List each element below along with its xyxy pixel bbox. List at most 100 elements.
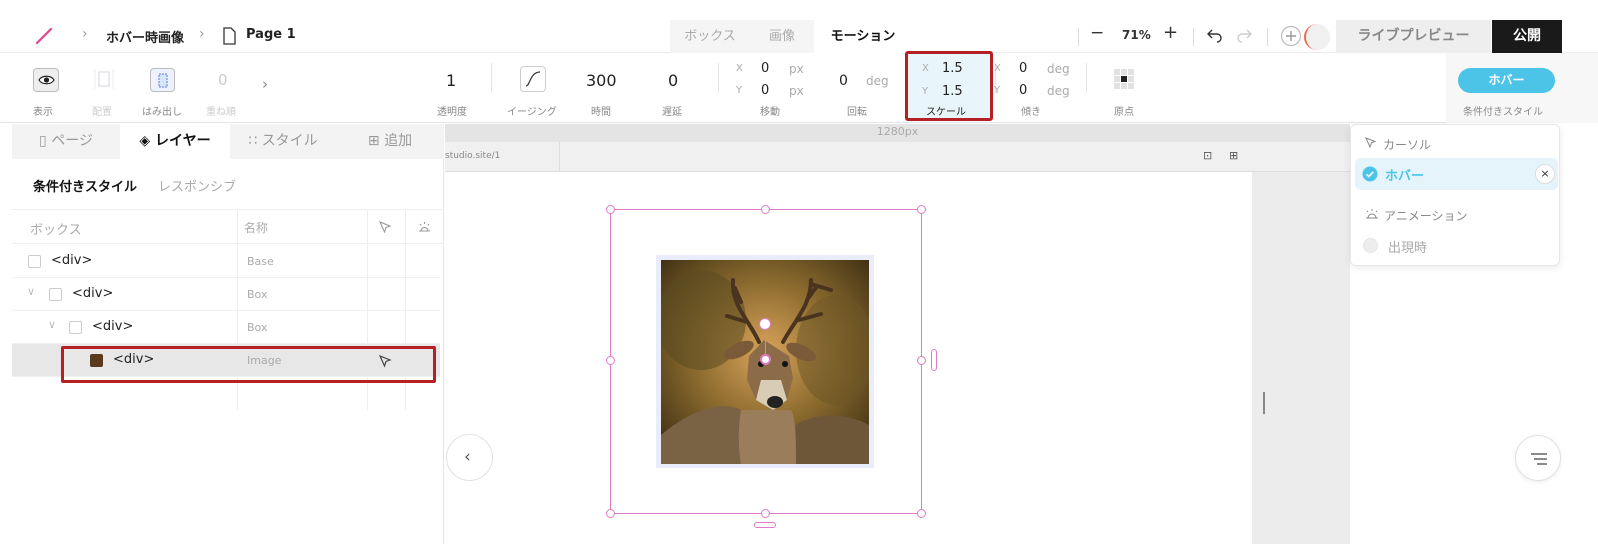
divider (1193, 28, 1194, 46)
origin-grid-icon[interactable] (1114, 69, 1135, 90)
scrollbar[interactable] (1263, 392, 1265, 414)
scale-x-input[interactable]: 1.5 (942, 61, 963, 76)
zoom-level[interactable]: 71% (1122, 28, 1151, 42)
close-icon[interactable]: × (1535, 164, 1555, 184)
layer-row[interactable]: <div> Base (12, 245, 440, 278)
bottom-resize-bar[interactable] (754, 522, 776, 528)
page-icon (223, 27, 236, 45)
tab-styles[interactable]: ∷ スタイル (230, 124, 336, 159)
skew-x-axis: X (994, 63, 1001, 74)
layer-checkbox[interactable] (49, 288, 62, 301)
resize-handle[interactable] (761, 509, 770, 518)
tab-layers[interactable]: ◈ レイヤー (120, 124, 230, 159)
avatar[interactable] (1304, 24, 1330, 50)
resize-handle[interactable] (917, 356, 926, 365)
origin-point[interactable] (760, 354, 771, 365)
zoom-in-button[interactable]: + (1163, 22, 1178, 43)
tab-motion[interactable]: モーション (814, 20, 912, 53)
layout-icon[interactable] (93, 67, 115, 91)
chevron-right-icon: › (82, 26, 88, 42)
redo-icon[interactable] (1236, 29, 1254, 43)
skew-y-unit: deg (1047, 84, 1070, 98)
add-section-below-icon[interactable]: ⊞ (1229, 149, 1238, 162)
tab-styles-label: スタイル (261, 133, 318, 149)
visibility-label: 表示 (33, 107, 53, 118)
tab-pages[interactable]: ▯ ページ (12, 124, 120, 159)
tab-layers-label: レイヤー (155, 133, 211, 149)
layer-checkbox[interactable] (28, 255, 41, 268)
add-section-icon[interactable]: ⊡ (1203, 149, 1212, 162)
appear-label[interactable]: 出現時 (1388, 237, 1427, 256)
rotate-unit: deg (866, 74, 889, 88)
top-bar: › ホバー時画像 › Page 1 ボックス 画像 モーション − 71% + … (0, 20, 1598, 53)
scale-control[interactable]: X 1.5 Y 1.5 スケール (905, 51, 993, 121)
overflow-toggle[interactable] (150, 68, 175, 92)
rotation-handle[interactable] (759, 318, 771, 330)
breadcrumb-project[interactable]: ホバー時画像 (106, 27, 184, 46)
side-resize-bar[interactable] (931, 349, 937, 371)
subtab-conditional[interactable]: 条件付きスタイル (33, 176, 137, 195)
divider (12, 243, 444, 244)
resize-handle[interactable] (606, 205, 615, 214)
layer-tag: <div> (72, 286, 114, 301)
studio-logo-icon[interactable] (34, 26, 54, 46)
publish-button[interactable]: 公開 (1492, 20, 1562, 53)
opacity-input[interactable]: 1 (446, 71, 456, 90)
hover-state-button[interactable]: ホバー (1458, 68, 1555, 93)
property-toolbar: 表示 配置 はみ出し 0 重ね順 › 1 透明度 イージング 300 時間 0 … (0, 53, 1598, 123)
skew-x-input[interactable]: 0 (1019, 61, 1027, 76)
resize-handle[interactable] (606, 509, 615, 518)
subtab-responsive[interactable]: レスポンシブ (158, 176, 236, 195)
menu-button[interactable] (1515, 435, 1561, 481)
animation-icon (1366, 209, 1378, 219)
move-x-unit: px (789, 62, 804, 76)
resize-handle[interactable] (606, 356, 615, 365)
layer-checkbox[interactable] (69, 321, 82, 334)
divider (1267, 28, 1268, 46)
skew-label: 傾き (1021, 107, 1041, 118)
undo-icon[interactable] (1205, 29, 1223, 43)
layer-row[interactable]: ∨ <div> Box (12, 311, 440, 344)
rotate-input[interactable]: 0 (839, 73, 848, 89)
chevron-right-icon[interactable]: › (262, 75, 268, 93)
appear-radio[interactable] (1363, 238, 1378, 253)
stack-order-value[interactable]: 0 (218, 71, 228, 89)
divider (1078, 28, 1079, 46)
condition-panel: カーソル ホバー × アニメーション 出現時 (1350, 124, 1560, 266)
scale-y-input[interactable]: 1.5 (942, 84, 963, 99)
divider (718, 63, 719, 93)
hover-condition-item[interactable]: ホバー × (1355, 158, 1558, 190)
add-member-icon[interactable] (1280, 25, 1302, 47)
canvas[interactable]: 1280px studio.site/1 ⊡ ⊞ (445, 124, 1350, 544)
collapse-panel-button[interactable]: ‹ (446, 434, 493, 481)
move-y-input[interactable]: 0 (761, 83, 769, 98)
resize-handle[interactable] (761, 205, 770, 214)
easing-picker[interactable] (520, 66, 546, 92)
tab-image[interactable]: 画像 (750, 20, 814, 53)
layer-row[interactable]: ∨ <div> Box (12, 278, 440, 311)
eye-icon (38, 75, 55, 85)
skew-y-input[interactable]: 0 (1019, 83, 1027, 98)
visibility-toggle[interactable] (33, 68, 59, 92)
chevron-down-icon[interactable]: ∨ (27, 285, 35, 298)
move-x-input[interactable]: 0 (761, 61, 769, 76)
chevron-right-icon: › (199, 26, 205, 42)
chevron-down-icon[interactable]: ∨ (48, 318, 56, 331)
tab-box[interactable]: ボックス (670, 20, 750, 53)
duration-input[interactable]: 300 (586, 71, 617, 90)
live-preview-button[interactable]: ライブプレビュー (1336, 20, 1491, 53)
layer-name: Box (247, 321, 268, 334)
stack-order-label: 重ね順 (206, 107, 236, 118)
move-label: 移動 (760, 107, 780, 118)
resize-handle[interactable] (917, 205, 926, 214)
breadcrumb-page[interactable]: Page 1 (246, 27, 296, 42)
easing-curve-icon (525, 71, 541, 87)
column-box-header: ボックス (30, 223, 82, 238)
page-frame[interactable] (445, 172, 1252, 544)
cursor-icon (1365, 137, 1377, 149)
delay-input[interactable]: 0 (668, 71, 678, 90)
tab-add[interactable]: ⊞ 追加 (336, 124, 444, 159)
layer-tag: <div> (51, 253, 93, 268)
resize-handle[interactable] (917, 509, 926, 518)
zoom-out-button[interactable]: − (1090, 23, 1104, 43)
